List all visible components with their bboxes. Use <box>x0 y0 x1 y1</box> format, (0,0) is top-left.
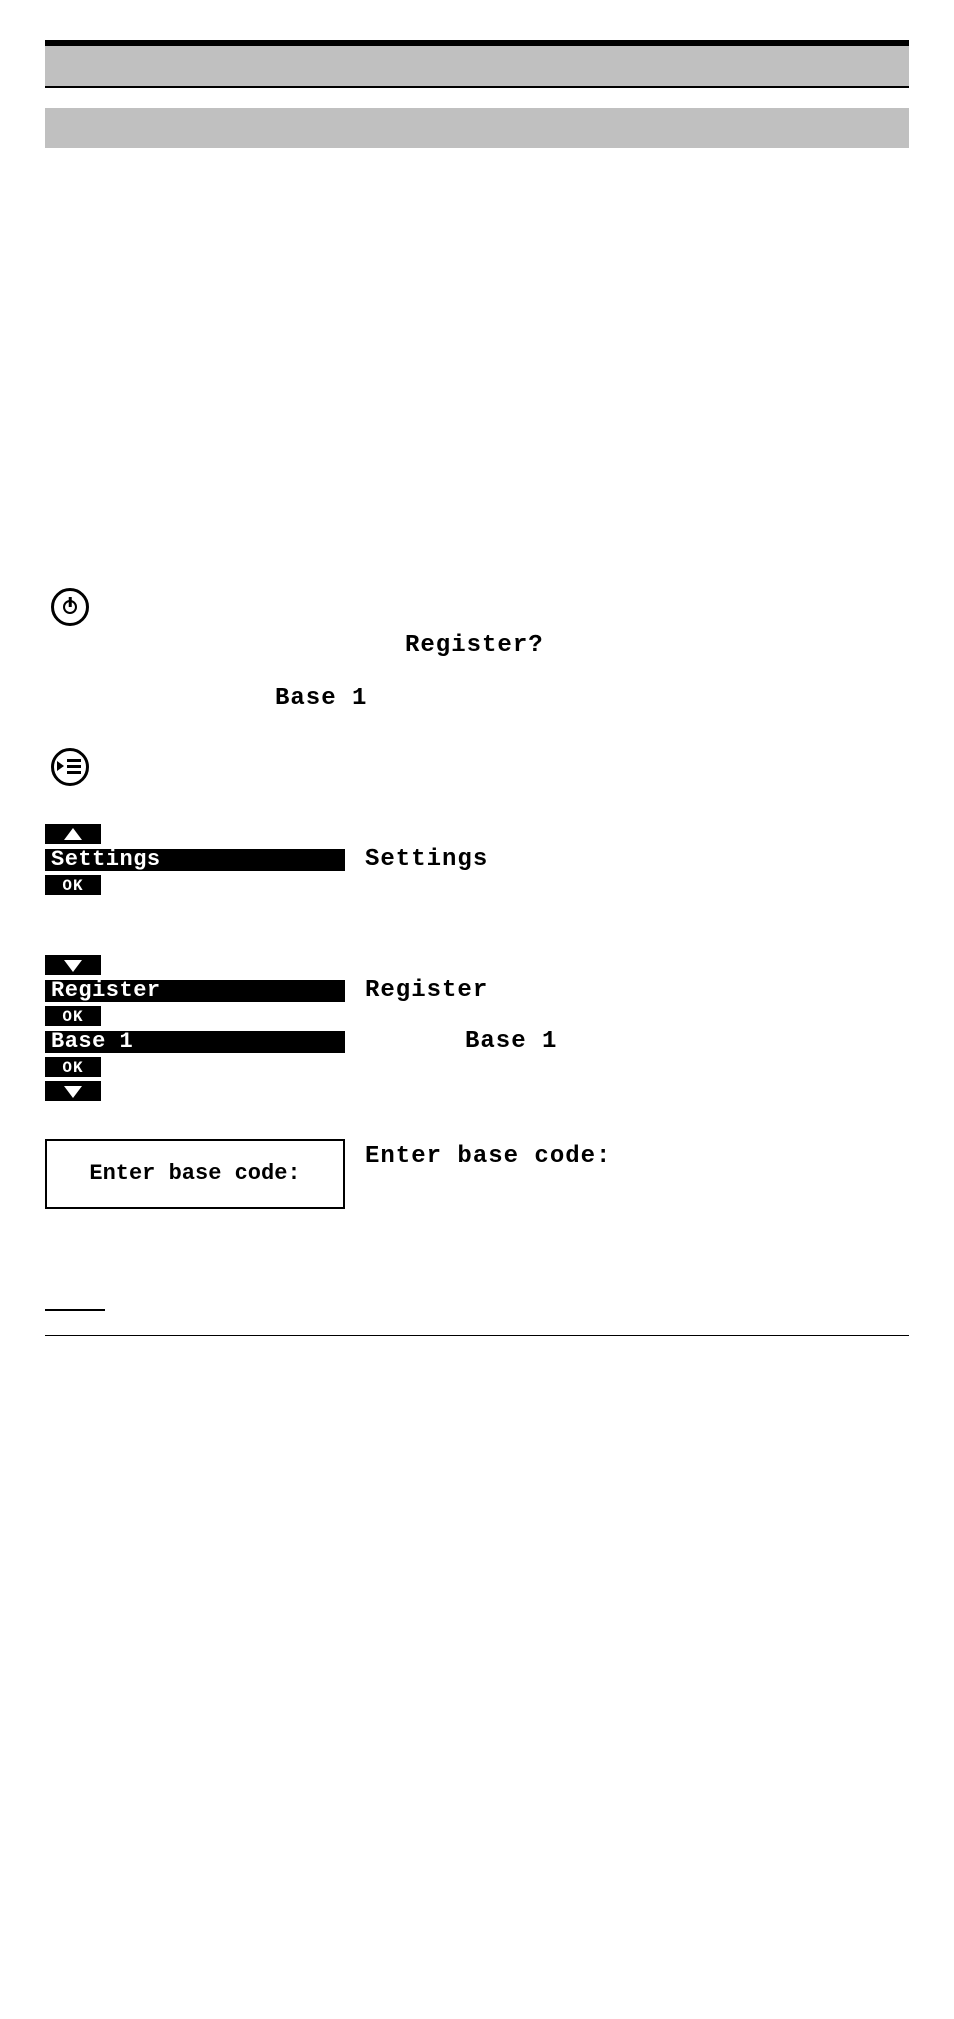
lcd-base1: Base 1 <box>45 1031 345 1053</box>
ok-button-1[interactable]: OK <box>45 875 101 895</box>
lcd-register: Register <box>45 980 345 1002</box>
base1-label: Base 1 <box>465 1028 557 1055</box>
down-button-2[interactable] <box>45 1081 101 1101</box>
down-button-1[interactable] <box>45 955 101 975</box>
ok-button-2[interactable]: OK <box>45 1006 101 1026</box>
up-button[interactable] <box>45 824 101 844</box>
short-rule <box>45 1309 105 1311</box>
power-icon <box>51 588 89 626</box>
settings-label: Settings <box>365 846 488 873</box>
register-prompt-row: Register? <box>45 632 909 659</box>
enter-base-code-label: Enter base code: <box>365 1143 611 1170</box>
step-power-row <box>45 588 909 626</box>
lcd-settings: Settings <box>45 849 345 871</box>
gray-bar-1 <box>45 46 909 86</box>
gray-bar-2 <box>45 108 909 148</box>
register-prompt-text: Register? <box>405 632 544 659</box>
base1-text: Base 1 <box>275 685 367 712</box>
ok-button-3[interactable]: OK <box>45 1057 101 1077</box>
page-content: Register? Base 1 Sett <box>0 0 954 1376</box>
menu-icon <box>51 748 89 786</box>
lcd-enter-base-code: Enter base code: <box>45 1139 345 1209</box>
bottom-rule <box>45 1335 909 1336</box>
register-label: Register <box>365 977 488 1004</box>
base1-text-row: Base 1 <box>45 685 909 712</box>
step-menu-row <box>45 748 909 786</box>
